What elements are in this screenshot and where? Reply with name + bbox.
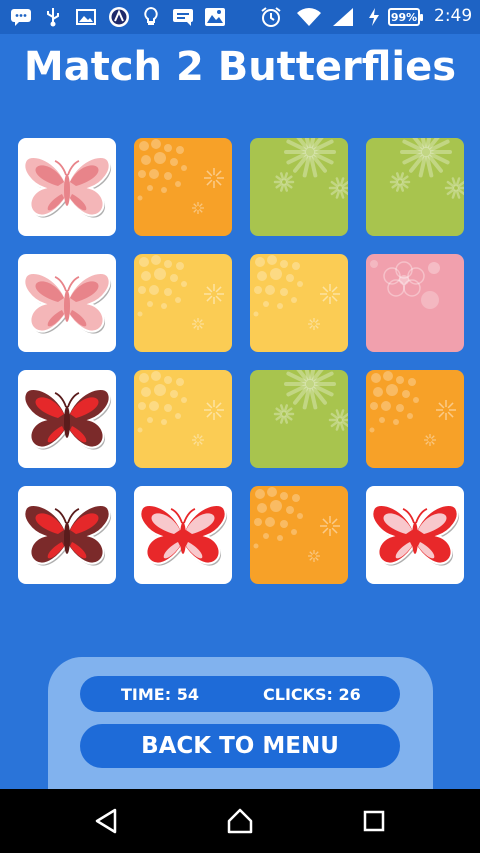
- revealed-card-butterfly-red[interactable]: [366, 486, 464, 584]
- butterfly-maroon-icon: [23, 388, 112, 450]
- butterfly-red-icon: [139, 504, 228, 566]
- card-back-pattern: [250, 254, 348, 352]
- revealed-card-butterfly-pink[interactable]: [18, 138, 116, 236]
- lightbulb-icon: [144, 7, 158, 27]
- game-title: Match 2 Butterflies: [23, 44, 457, 90]
- back-to-menu-button[interactable]: BACK TO MENU: [80, 724, 400, 768]
- card-back-pattern: [250, 370, 348, 468]
- card-back-pattern: [250, 138, 348, 236]
- gallery-icon: [204, 7, 226, 27]
- hidden-card-back-green[interactable]: [366, 138, 464, 236]
- card-back-pattern: [366, 370, 464, 468]
- butterfly-red-icon: [371, 504, 460, 566]
- card-back-pattern: [134, 254, 232, 352]
- clock: 2:49: [434, 6, 473, 26]
- time-counter: TIME: 54: [121, 685, 199, 704]
- hidden-card-back-yellow[interactable]: [250, 254, 348, 352]
- revealed-card-butterfly-red[interactable]: [134, 486, 232, 584]
- card-back-pattern: [250, 486, 348, 584]
- card-back-pattern: [134, 370, 232, 468]
- butterfly-pink-icon: [23, 272, 112, 334]
- card-grid: [18, 138, 464, 584]
- alarm-icon: [260, 7, 282, 27]
- chat-notification-icon: [10, 7, 32, 27]
- hidden-card-back-orange[interactable]: [250, 486, 348, 584]
- wifi-icon: [296, 7, 322, 27]
- hidden-card-back-yellow[interactable]: [134, 370, 232, 468]
- revealed-card-butterfly-pink[interactable]: [18, 254, 116, 352]
- card-back-pattern: [366, 138, 464, 236]
- hidden-card-back-orange[interactable]: [134, 138, 232, 236]
- butterfly-maroon-icon: [23, 504, 112, 566]
- message-icon: [172, 7, 194, 27]
- navigation-bar: [0, 789, 480, 853]
- recents-nav-icon[interactable]: [354, 801, 394, 841]
- hidden-card-back-green[interactable]: [250, 370, 348, 468]
- image-notification-icon: [76, 7, 96, 27]
- usb-icon: [46, 7, 60, 27]
- app-a-icon: [108, 7, 130, 27]
- card-back-pattern: [366, 254, 464, 352]
- home-nav-icon[interactable]: [220, 801, 260, 841]
- hidden-card-back-green[interactable]: [250, 138, 348, 236]
- card-back-pattern: [134, 138, 232, 236]
- hidden-card-back-yellow[interactable]: [134, 254, 232, 352]
- hidden-card-back-orange[interactable]: [366, 370, 464, 468]
- stats-bar: TIME: 54 CLICKS: 26: [80, 676, 400, 712]
- revealed-card-butterfly-maroon[interactable]: [18, 486, 116, 584]
- butterfly-pink-icon: [23, 156, 112, 218]
- clicks-counter: CLICKS: 26: [263, 685, 361, 704]
- hidden-card-back-pink[interactable]: [366, 254, 464, 352]
- back-nav-icon[interactable]: [86, 801, 126, 841]
- status-bar: 99% 2:49: [0, 0, 480, 34]
- charging-icon: [368, 7, 380, 27]
- revealed-card-butterfly-maroon[interactable]: [18, 370, 116, 468]
- battery-indicator: 99%: [388, 8, 423, 26]
- signal-icon: [332, 7, 354, 27]
